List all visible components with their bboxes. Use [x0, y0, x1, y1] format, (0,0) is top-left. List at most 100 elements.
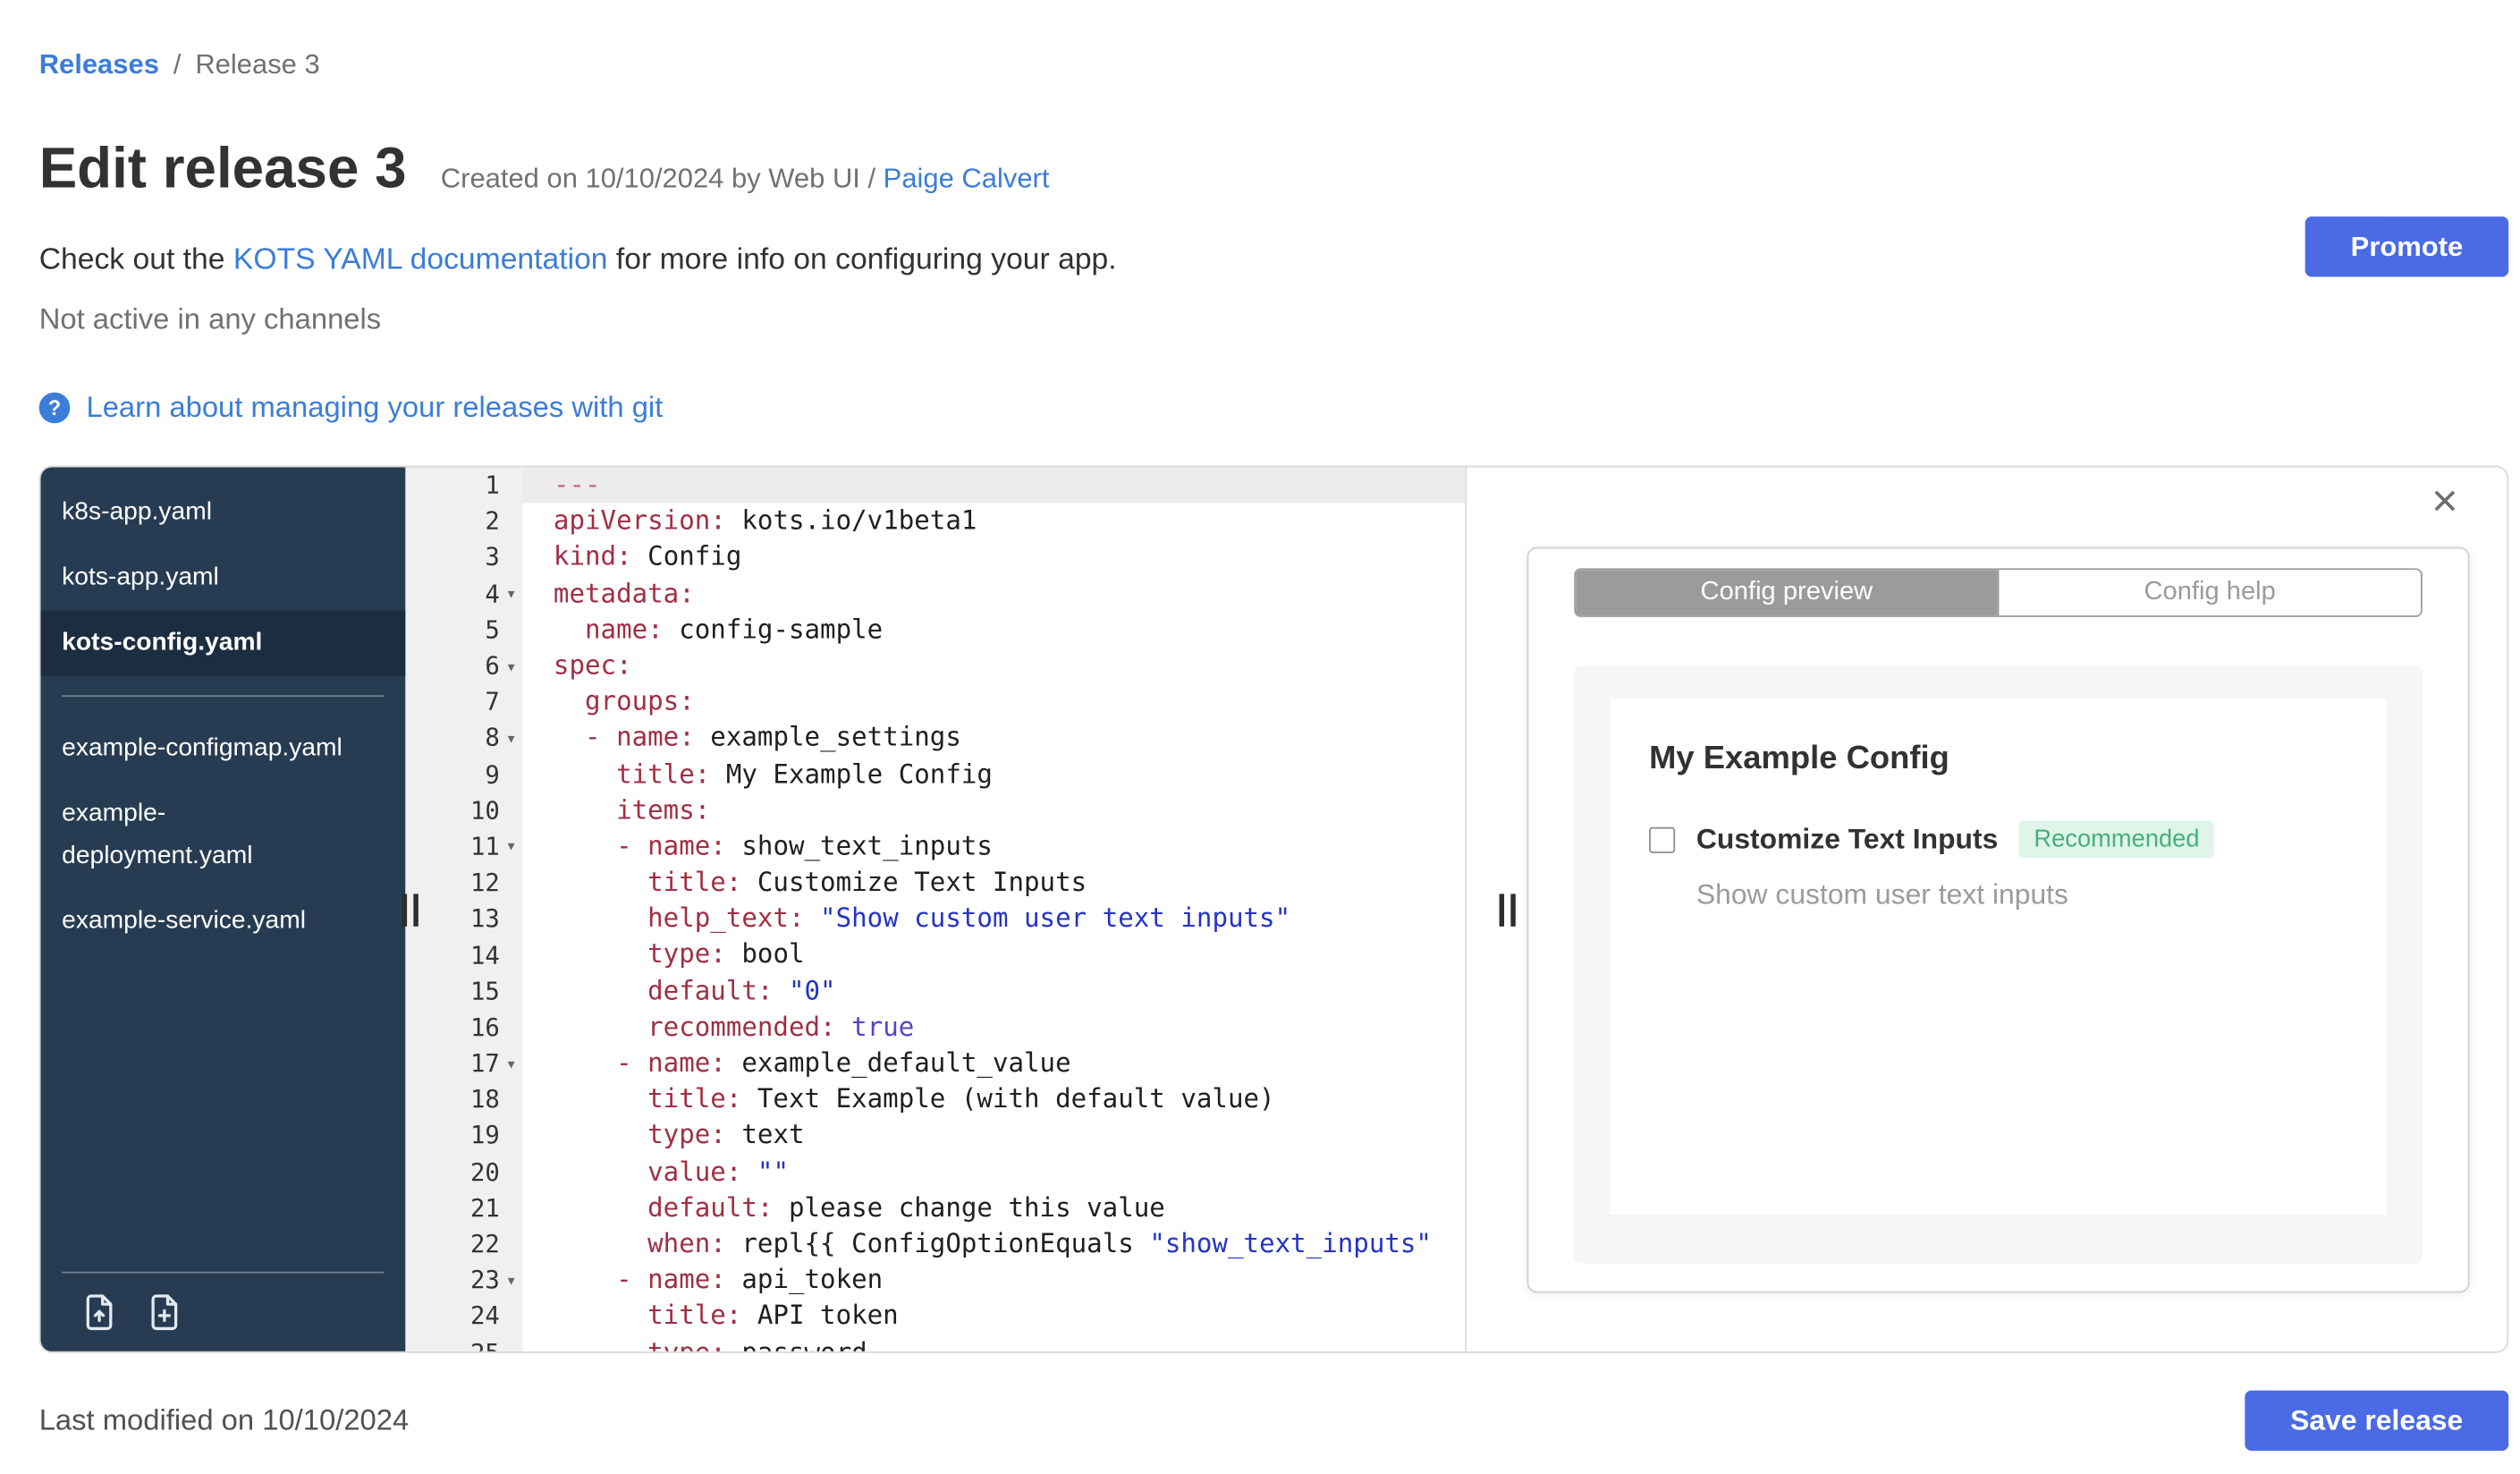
fold-icon[interactable]: ▾ — [500, 1269, 522, 1291]
code-line[interactable]: 17 ▾ - name: example_default_value — [405, 1045, 1465, 1082]
save-release-button[interactable]: Save release — [2245, 1390, 2509, 1451]
code-line[interactable]: 18 title: Text Example (with default val… — [405, 1081, 1465, 1118]
code-line[interactable]: 1 --- — [405, 467, 1466, 504]
line-number: 10 — [469, 795, 500, 826]
code-text: recommended: true — [522, 1009, 1465, 1045]
gutter-cell: 3 — [405, 539, 523, 576]
tab-config-help[interactable]: Config help — [1997, 570, 2421, 616]
code-line[interactable]: 12 title: Customize Text Inputs — [405, 864, 1465, 902]
code-text: - name: show_text_inputs — [522, 828, 1465, 864]
gutter-cell: 22 — [405, 1225, 523, 1263]
token-key: value: — [647, 1155, 742, 1187]
add-file-button[interactable] — [141, 1290, 187, 1335]
code-text: title: Text Example (with default value) — [522, 1081, 1465, 1117]
token-key: help_text: — [647, 902, 805, 934]
doc-text-suffix: for more info on configuring your app. — [607, 241, 1117, 275]
resize-handle-left[interactable] — [399, 886, 421, 932]
fold-icon[interactable]: ▾ — [500, 1053, 522, 1074]
gutter-cell: 5 — [405, 612, 523, 648]
kots-yaml-doc-link[interactable]: KOTS YAML documentation — [233, 241, 608, 275]
git-help-row: ? Learn about managing your releases wit… — [38, 391, 2509, 425]
close-icon[interactable]: × — [2422, 477, 2468, 526]
token-plain: config-sample — [663, 613, 884, 645]
editor-lines: 1 --- 2 apiVersion: kots.io/v1beta1 3 kind: C… — [405, 467, 1466, 1351]
code-line[interactable]: 24 title: API token — [405, 1298, 1465, 1334]
file-tree-item-k8s-app-yaml[interactable]: k8s-app.yaml — [41, 480, 406, 546]
code-line[interactable]: 2 apiVersion: kots.io/v1beta1 — [405, 503, 1465, 540]
code-text: type: bool — [522, 937, 1465, 973]
upload-file-button[interactable] — [77, 1290, 123, 1335]
code-text: title: API token — [522, 1298, 1465, 1334]
token-key: title: — [647, 1082, 742, 1114]
code-text: apiVersion: kots.io/v1beta1 — [522, 504, 1465, 539]
file-tree-item-kots-config-yaml[interactable]: kots-config.yaml — [40, 610, 406, 676]
line-number: 1 — [485, 470, 500, 501]
code-line[interactable]: 21 default: please change this value — [405, 1190, 1465, 1226]
code-line[interactable]: 3 kind: Config — [405, 539, 1465, 576]
code-line[interactable]: 14 type: bool — [405, 936, 1465, 973]
line-number: 11 — [469, 832, 500, 861]
fold-icon[interactable]: ▾ — [500, 836, 522, 858]
git-help-link[interactable]: Learn about managing your releases with … — [86, 391, 663, 425]
gutter-cell: 19 — [405, 1117, 523, 1154]
token-key: spec: — [553, 649, 632, 681]
code-line[interactable]: 13 help_text: "Show custom user text inp… — [405, 901, 1465, 937]
code-line[interactable]: 19 type: text — [405, 1117, 1465, 1154]
gutter-cell: 2 — [405, 503, 523, 540]
resize-handle-right[interactable] — [1496, 886, 1518, 932]
code-line[interactable]: 6 ▾ spec: — [405, 648, 1465, 684]
code-text: - name: example_default_value — [522, 1046, 1465, 1081]
fold-icon[interactable]: ▾ — [500, 656, 522, 677]
code-line[interactable]: 16 recommended: true — [405, 1009, 1465, 1046]
customize-text-inputs-checkbox[interactable] — [1649, 826, 1676, 852]
line-number: 15 — [469, 976, 500, 1006]
fold-icon[interactable]: ▾ — [500, 728, 522, 750]
file-tree-item-example-service-yaml[interactable]: example-service.yaml — [41, 889, 406, 954]
token-key: type: — [647, 1119, 726, 1150]
preview-card: Config preview Config help My Example Co… — [1526, 546, 2470, 1293]
code-line[interactable]: 9 title: My Example Config — [405, 756, 1465, 792]
code-line[interactable]: 25 type: password — [405, 1334, 1465, 1351]
preview-tabs: Config preview Config help — [1574, 568, 2423, 617]
code-line[interactable]: 20 value: "" — [405, 1153, 1465, 1190]
channel-status: Not active in any channels — [38, 302, 382, 336]
breadcrumb-releases-link[interactable]: Releases — [39, 49, 159, 80]
code-line[interactable]: 23 ▾ - name: api_token — [405, 1262, 1465, 1299]
token-key: type: — [647, 1335, 726, 1351]
token-plain: api_token — [725, 1263, 884, 1295]
code-line[interactable]: 11 ▾ - name: show_text_inputs — [405, 828, 1465, 865]
tab-config-preview[interactable]: Config preview — [1576, 570, 1998, 616]
token-key: type: — [647, 938, 726, 970]
code-line[interactable]: 10 items: — [405, 792, 1465, 829]
promote-button[interactable]: Promote — [2304, 216, 2509, 277]
code-text: metadata: — [522, 576, 1465, 612]
gutter-cell: 18 — [405, 1081, 523, 1118]
author-link[interactable]: Paige Calvert — [884, 163, 1050, 194]
file-name: kots-config.yaml — [62, 628, 263, 657]
file-tree-item-example-deployment-yaml[interactable]: example-deployment.yaml — [41, 782, 406, 889]
file-tree-item-example-configmap-yaml[interactable]: example-configmap.yaml — [41, 716, 406, 782]
fold-icon[interactable]: ▾ — [500, 583, 522, 605]
token-key: title: — [647, 866, 742, 898]
code-editor[interactable]: 1 --- 2 apiVersion: kots.io/v1beta1 3 kind: C… — [405, 467, 1467, 1351]
code-line[interactable]: 5 name: config-sample — [405, 612, 1465, 648]
code-line[interactable]: 4 ▾ metadata: — [405, 575, 1465, 613]
code-line[interactable]: 22 when: repl{{ ConfigOptionEquals "show… — [405, 1225, 1465, 1263]
code-line[interactable]: 15 default: "0" — [405, 972, 1465, 1010]
code-line[interactable]: 7 groups: — [405, 683, 1465, 721]
code-line[interactable]: 8 ▾ - name: example_settings — [405, 720, 1465, 757]
file-name: example-deployment.yaml — [62, 799, 253, 870]
token-key: default: — [647, 974, 774, 1006]
token-plain: My Example Config — [710, 758, 993, 789]
token-plain: repl{{ ConfigOptionEquals — [725, 1227, 1150, 1259]
line-number: 9 — [485, 759, 500, 790]
token-plain: API token — [741, 1300, 899, 1331]
token-plain: show_text_inputs — [725, 830, 993, 861]
page: Releases / Release 3 Edit release 3 Crea… — [0, 0, 2520, 1474]
file-tree-item-kots-app-yaml[interactable]: kots-app.yaml — [41, 546, 406, 611]
code-text: value: "" — [522, 1154, 1465, 1190]
